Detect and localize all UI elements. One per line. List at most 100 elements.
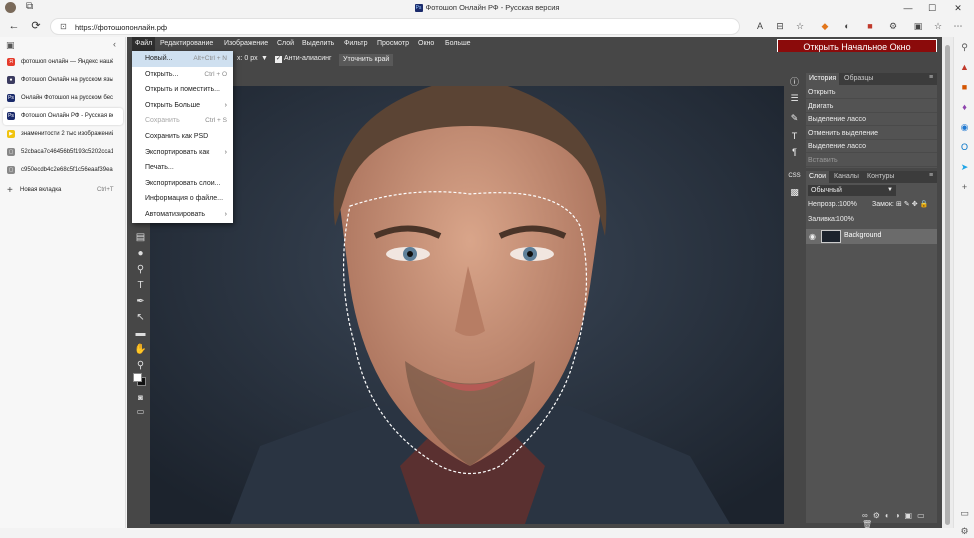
image-canvas[interactable] bbox=[150, 86, 784, 524]
menu-item[interactable]: Изображение bbox=[221, 37, 271, 51]
file-menu-item[interactable]: Новый... Alt+Ctrl + N bbox=[132, 51, 233, 67]
blur-tool-icon[interactable]: ● bbox=[133, 246, 148, 261]
foreground-color-swatch[interactable] bbox=[133, 373, 142, 382]
sidebar-tab[interactable]: Ps Фотошоп Онлайн РФ - Русская версия bbox=[3, 108, 123, 125]
close-button[interactable]: ✕ bbox=[948, 2, 968, 14]
sidebar-tab[interactable]: ▢ c950ecdb4c2e68c5f1c56eaaf39ea bbox=[3, 162, 123, 179]
sidebar-tab[interactable]: ● Фотошоп Онлайн на русском языке bbox=[3, 72, 123, 89]
minimize-button[interactable]: — bbox=[898, 2, 918, 14]
url-field[interactable]: ⊡ https://фотошопонлайн.рф bbox=[50, 18, 740, 35]
menu-item[interactable]: Больше bbox=[442, 37, 474, 51]
collections-icon[interactable]: ▣ bbox=[910, 19, 926, 34]
new-tab-button[interactable]: Новая вкладка bbox=[20, 187, 61, 193]
css-panel-icon[interactable]: CSS bbox=[787, 169, 802, 184]
copilot-icon[interactable]: ◉ bbox=[958, 121, 971, 134]
menu-item[interactable]: Редактирование bbox=[157, 37, 216, 51]
menu-item[interactable]: Окно bbox=[415, 37, 437, 51]
menu-item[interactable]: Файл bbox=[132, 37, 156, 51]
properties-panel-icon[interactable]: ☰ bbox=[787, 91, 802, 106]
tab-swatches[interactable]: Образцы bbox=[841, 73, 876, 85]
shopping-icon[interactable]: ▲ bbox=[958, 61, 971, 74]
opacity-value[interactable]: 100% bbox=[839, 201, 857, 208]
maximize-button[interactable]: ☐ bbox=[922, 2, 942, 14]
history-item[interactable]: Выделение лассо bbox=[806, 140, 937, 153]
brush-panel-icon[interactable]: ✎ bbox=[787, 111, 802, 126]
telegram-icon[interactable]: ➤ bbox=[958, 161, 971, 174]
lock-icons[interactable]: ⊞✎✥🔒 bbox=[896, 200, 930, 208]
scrollbar-thumb[interactable] bbox=[945, 45, 950, 525]
layer-actions-icons[interactable]: ∞⚙◐◑▣▭🗑 bbox=[862, 511, 937, 529]
file-menu-item[interactable]: Сохранить как PSD bbox=[132, 129, 233, 145]
tab-actions-icon[interactable]: ▣ bbox=[6, 40, 15, 51]
tab-layers[interactable]: Слои bbox=[806, 171, 830, 183]
favorite-star-icon[interactable]: ☆ bbox=[792, 19, 808, 34]
sidebar-tab[interactable]: Яфотошоп онлайн — Яндекс нашёл bbox=[3, 54, 123, 71]
sidebar-tab[interactable]: ▢ 52cbaca7c46456b5f193c5202cca1 bbox=[3, 144, 123, 161]
file-menu-item[interactable]: Сохранить Ctrl + S bbox=[132, 113, 233, 129]
feather-value[interactable]: x: 0 px bbox=[237, 55, 258, 62]
file-menu-item[interactable]: Открыть... Ctrl + O bbox=[132, 67, 233, 83]
file-menu-item[interactable]: Информация о файле... bbox=[132, 191, 233, 207]
zoom-tool-icon[interactable]: ⚲ bbox=[133, 358, 148, 373]
new-tab-plus-icon[interactable]: + bbox=[7, 185, 13, 196]
tools-icon[interactable]: ■ bbox=[958, 81, 971, 94]
file-menu-item[interactable]: Печать... bbox=[132, 160, 233, 176]
tab-history[interactable]: История bbox=[806, 73, 840, 85]
info-panel-icon[interactable]: ⓘ bbox=[787, 75, 802, 90]
visibility-eye-icon[interactable]: ◉ bbox=[809, 232, 816, 241]
quick-mask-icon[interactable]: ◙ bbox=[133, 390, 148, 405]
history-item[interactable]: Вставить bbox=[806, 154, 937, 167]
menu-item[interactable]: Слой bbox=[274, 37, 297, 51]
feather-dropdown-icon[interactable]: ▼ bbox=[261, 55, 268, 62]
back-button[interactable]: ← bbox=[5, 18, 23, 34]
outlook-icon[interactable]: O bbox=[958, 141, 971, 154]
hand-tool-icon[interactable]: ✋ bbox=[133, 342, 148, 357]
metamask-extension-icon[interactable]: ◆ bbox=[817, 19, 833, 34]
fill-value[interactable]: 100% bbox=[836, 216, 854, 223]
games-icon[interactable]: ♦ bbox=[958, 101, 971, 114]
antialias-checkbox[interactable]: ✓ bbox=[275, 56, 282, 63]
screen-mode-icon[interactable]: ▭ bbox=[133, 404, 148, 419]
refine-edge-button[interactable]: Уточнить край bbox=[339, 54, 394, 66]
more-menu-icon[interactable]: ⋯ bbox=[950, 19, 966, 34]
sidebar-tab[interactable]: Ps Онлайн Фотошоп на русском бесплатно bbox=[3, 90, 123, 107]
tab-paths[interactable]: Контуры bbox=[864, 171, 897, 183]
file-menu-item[interactable]: Открыть Больше › bbox=[132, 98, 233, 114]
search-icon[interactable]: ⚲ bbox=[958, 41, 971, 54]
blend-mode-select[interactable]: Обычный ▼ bbox=[808, 185, 896, 196]
character-panel-icon[interactable]: T bbox=[787, 129, 802, 144]
panel-menu-icon[interactable]: ≡ bbox=[929, 74, 933, 81]
menu-item[interactable]: Фильтр bbox=[341, 37, 371, 51]
menu-item[interactable]: Выделить bbox=[299, 37, 337, 51]
image-panel-icon[interactable]: ▩ bbox=[787, 185, 802, 200]
file-menu-item[interactable]: Открыть и поместить... bbox=[132, 82, 233, 98]
add-sidebar-app-icon[interactable]: + bbox=[958, 181, 971, 194]
rectangle-tool-icon[interactable]: ▬ bbox=[133, 326, 148, 341]
split-screen-icon[interactable]: ⊟ bbox=[772, 19, 788, 34]
sidebar-tab[interactable]: ▶ знаменитости 2 тыс изображений bbox=[3, 126, 123, 143]
menu-item[interactable]: Просмотр bbox=[374, 37, 412, 51]
history-item[interactable]: Открыть bbox=[806, 86, 937, 99]
tab-channels[interactable]: Каналы bbox=[831, 171, 862, 183]
file-menu-item[interactable]: Экспортировать слои... bbox=[132, 176, 233, 192]
pen-tool-icon[interactable]: ✒ bbox=[133, 294, 148, 309]
history-item[interactable]: Выделение лассо bbox=[806, 113, 937, 126]
page-scrollbar[interactable] bbox=[942, 37, 953, 528]
path-select-tool-icon[interactable]: ↖ bbox=[133, 310, 148, 325]
extensions-icon[interactable]: ⚙ bbox=[885, 19, 901, 34]
site-info-icon[interactable]: ⊡ bbox=[60, 22, 67, 31]
extension-red-icon[interactable]: ■ bbox=[862, 19, 878, 34]
type-tool-icon[interactable]: T bbox=[133, 278, 148, 293]
history-item[interactable]: Отменить выделение bbox=[806, 127, 937, 140]
gradient-tool-icon[interactable]: ▤ bbox=[133, 230, 148, 245]
collapse-sidebar-icon[interactable]: ‹ bbox=[113, 39, 116, 49]
file-menu-item[interactable]: Автоматизировать › bbox=[132, 207, 233, 223]
sidebar-layout-icon[interactable]: ▭ bbox=[958, 507, 971, 520]
paragraph-panel-icon[interactable]: ¶ bbox=[787, 145, 802, 160]
settings-gear-icon[interactable]: ⚙ bbox=[958, 525, 971, 538]
history-item[interactable]: Двигать bbox=[806, 100, 937, 113]
read-aloud-icon[interactable]: A bbox=[752, 19, 768, 34]
file-menu-item[interactable]: Экспортировать как › bbox=[132, 145, 233, 161]
layer-row[interactable]: ◉ Background bbox=[806, 229, 937, 244]
dodge-tool-icon[interactable]: ⚲ bbox=[133, 262, 148, 277]
